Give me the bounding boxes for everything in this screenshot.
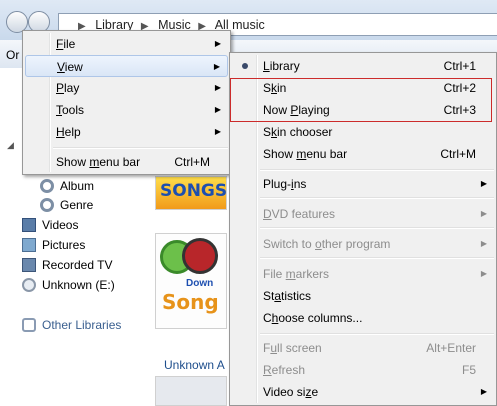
submenu-arrow-icon: ▶ bbox=[214, 39, 221, 48]
other-libraries-icon bbox=[22, 318, 36, 332]
menu-item-library[interactable]: Library Ctrl+1 bbox=[232, 55, 494, 77]
menu-item-video-size[interactable]: Video size ▶ bbox=[232, 381, 494, 403]
menu-separator bbox=[260, 333, 494, 335]
recorded-tv-icon bbox=[22, 258, 36, 272]
sidebar-item-recorded-tv[interactable]: Recorded TV bbox=[22, 256, 112, 274]
menu-item-show-menu-bar[interactable]: Show menu bar Ctrl+M bbox=[25, 151, 228, 173]
sidebar-item-videos[interactable]: Videos bbox=[22, 216, 78, 234]
sidebar-item-genre[interactable]: Genre bbox=[40, 196, 93, 214]
sidebar-item-pictures[interactable]: Pictures bbox=[22, 236, 85, 254]
menu-separator bbox=[260, 227, 494, 229]
disc-icon bbox=[22, 278, 36, 292]
unknown-album-label[interactable]: Unknown A bbox=[164, 358, 225, 372]
menu-separator bbox=[53, 147, 228, 149]
menu-item-now-playing[interactable]: Now Playing Ctrl+3 bbox=[232, 99, 494, 121]
videos-icon bbox=[22, 218, 36, 232]
view-submenu: Library Ctrl+1 Skin Ctrl+2 Now Playing C… bbox=[229, 52, 497, 406]
menu-item-view[interactable]: View ▶ bbox=[25, 55, 228, 77]
menu-item-file[interactable]: File ▶ bbox=[25, 33, 228, 55]
submenu-arrow-icon: ▶ bbox=[480, 179, 487, 188]
menu-separator bbox=[260, 197, 494, 199]
cd-icon bbox=[182, 238, 218, 274]
submenu-arrow-icon: ▶ bbox=[213, 62, 220, 71]
submenu-arrow-icon: ▶ bbox=[214, 83, 221, 92]
album-icon bbox=[40, 179, 54, 193]
album-art-songs[interactable]: SONGS. bbox=[155, 176, 227, 210]
menu-item-skin[interactable]: Skin Ctrl+2 bbox=[232, 77, 494, 99]
album-art-unknown[interactable] bbox=[155, 376, 227, 406]
menu-item-dvd-features[interactable]: DVD features ▶ bbox=[232, 203, 494, 225]
menu-item-show-menu-bar[interactable]: Show menu bar Ctrl+M bbox=[232, 143, 494, 165]
submenu-arrow-icon: ▶ bbox=[480, 209, 487, 218]
radio-bullet-icon bbox=[242, 63, 248, 69]
genre-icon bbox=[40, 198, 54, 212]
album-art-songs-download[interactable]: Down Song bbox=[155, 233, 227, 329]
menu-item-file-markers[interactable]: File markers ▶ bbox=[232, 263, 494, 285]
menu-item-plug-ins[interactable]: Plug-ins ▶ bbox=[232, 173, 494, 195]
expand-arrow-icon[interactable]: ◢ bbox=[7, 140, 14, 151]
submenu-arrow-icon: ▶ bbox=[480, 269, 487, 278]
sidebar-item-album[interactable]: Album bbox=[40, 177, 94, 195]
menu-separator bbox=[260, 257, 494, 259]
submenu-arrow-icon: ▶ bbox=[480, 239, 487, 248]
menu-item-refresh[interactable]: Refresh F5 bbox=[232, 359, 494, 381]
organize-button[interactable]: Or bbox=[6, 48, 19, 62]
sidebar-item-unknown-e[interactable]: Unknown (E:) bbox=[22, 276, 115, 294]
menu-item-help[interactable]: Help ▶ bbox=[25, 121, 228, 143]
menu-item-tools[interactable]: Tools ▶ bbox=[25, 99, 228, 121]
submenu-arrow-icon: ▶ bbox=[480, 387, 487, 396]
sidebar-item-other-libraries[interactable]: Other Libraries bbox=[22, 316, 121, 334]
menu-item-statistics[interactable]: Statistics bbox=[232, 285, 494, 307]
main-menu: File ▶ View ▶ Play ▶ Tools ▶ Help ▶ Show… bbox=[22, 30, 231, 175]
submenu-arrow-icon: ▶ bbox=[214, 105, 221, 114]
menu-separator bbox=[260, 169, 494, 171]
menu-item-switch-to-other-program[interactable]: Switch to other program ▶ bbox=[232, 233, 494, 255]
submenu-arrow-icon: ▶ bbox=[214, 127, 221, 136]
menu-item-choose-columns[interactable]: Choose columns... bbox=[232, 307, 494, 329]
menu-item-full-screen[interactable]: Full screen Alt+Enter bbox=[232, 337, 494, 359]
pictures-icon bbox=[22, 238, 36, 252]
menu-item-skin-chooser[interactable]: Skin chooser bbox=[232, 121, 494, 143]
menu-item-play[interactable]: Play ▶ bbox=[25, 77, 228, 99]
